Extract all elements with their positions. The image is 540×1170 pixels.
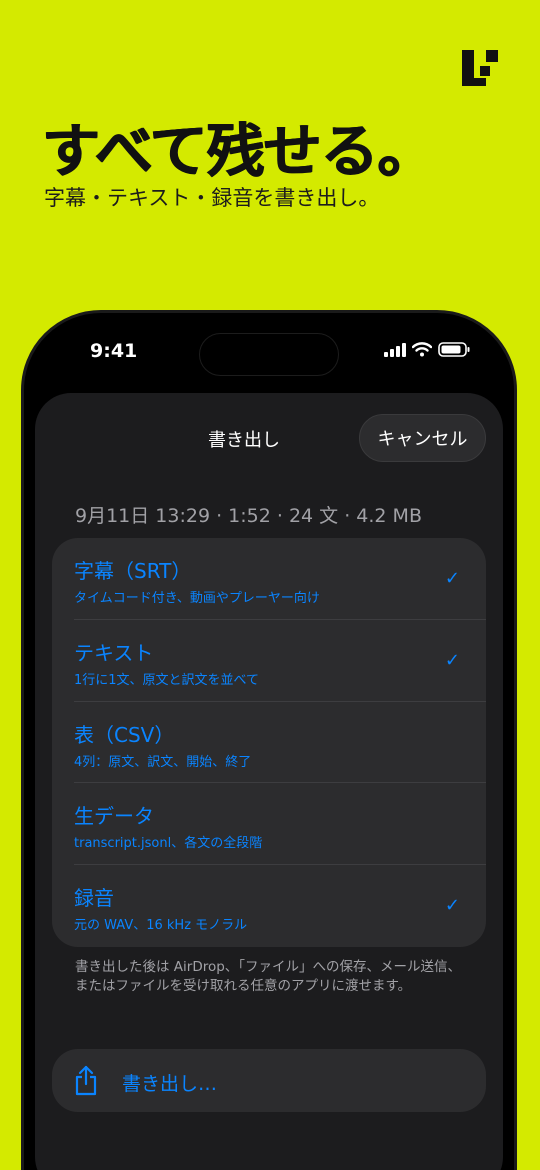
option-title: テキスト: [74, 640, 154, 665]
option-title: 表（CSV）: [74, 722, 175, 747]
option-csv[interactable]: 表（CSV） 4列：原文、訳文、開始、終了: [74, 702, 486, 784]
hero-title: すべて残せる。: [42, 117, 436, 185]
status-icons: [384, 342, 470, 357]
option-title: 字幕（SRT）: [74, 559, 192, 583]
option-subtitle: transcript.jsonl、各文の全段階: [74, 836, 263, 852]
option-title: 録音: [74, 886, 114, 911]
signal-icon: [384, 342, 406, 357]
option-text[interactable]: テキスト 1行に1文、原文と訳文を並べて ✓: [74, 620, 486, 702]
hero-subtitle: 字幕・テキスト・録音を書き出し。: [44, 186, 380, 210]
share-icon: [75, 1065, 97, 1096]
wifi-icon: [412, 342, 432, 357]
status-time: 9:41: [90, 340, 138, 362]
export-note: 書き出した後は AirDrop、「ファイル」への保存、メール送信、またはファイル…: [75, 959, 462, 994]
option-subtitle: 元の WAV、16 kHz モノラル: [74, 918, 248, 934]
dynamic-island: [199, 333, 339, 376]
cancel-button[interactable]: キャンセル: [359, 414, 486, 462]
option-srt[interactable]: 字幕（SRT） タイムコード付き、動画やプレーヤー向け ✓: [74, 538, 486, 620]
option-subtitle: タイムコード付き、動画やプレーヤー向け: [74, 591, 320, 606]
checkmark-icon: ✓: [444, 895, 460, 917]
recording-meta: 9月11日 13:29 · 1:52 · 24 文 · 4.2 MB: [75, 505, 422, 527]
export-options-list: 字幕（SRT） タイムコード付き、動画やプレーヤー向け ✓ テキスト 1行に1文…: [52, 538, 486, 947]
checkmark-icon: ✓: [444, 649, 460, 671]
export-button[interactable]: 書き出し…: [52, 1049, 486, 1112]
checkmark-icon: ✓: [444, 568, 460, 589]
option-recording[interactable]: 録音 元の WAV、16 kHz モノラル ✓: [74, 865, 486, 947]
battery-icon: [438, 342, 470, 357]
option-subtitle: 4列：原文、訳文、開始、終了: [74, 754, 252, 770]
export-button-label: 書き出し…: [122, 1073, 218, 1095]
option-title: 生データ: [74, 804, 154, 829]
option-subtitle: 1行に1文、原文と訳文を並べて: [74, 672, 260, 688]
pixel-logo-icon: [462, 50, 498, 86]
option-raw-data[interactable]: 生データ transcript.jsonl、各文の全段階: [74, 783, 486, 866]
